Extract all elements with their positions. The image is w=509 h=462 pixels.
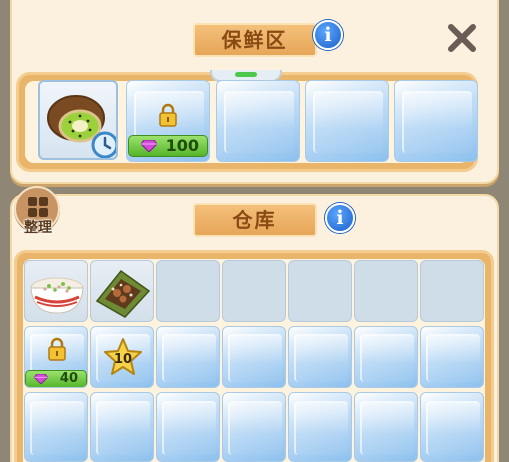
clock-icon xyxy=(91,131,116,158)
close-icon[interactable] xyxy=(446,22,478,54)
warehouse-slot-empty[interactable] xyxy=(288,260,352,322)
unlock-price-badge: 100 xyxy=(128,135,208,157)
unlock-price-badge: 40 xyxy=(25,370,87,387)
warehouse-slot-empty[interactable] xyxy=(222,260,286,322)
star-level: 10 xyxy=(114,352,132,367)
warehouse-slot-empty[interactable] xyxy=(222,326,286,388)
warehouse-slot-empty[interactable] xyxy=(354,326,418,388)
warehouse-slot-empty[interactable] xyxy=(156,392,220,462)
warehouse-slot-empty[interactable] xyxy=(354,392,418,462)
warehouse-slot-empty[interactable] xyxy=(420,392,484,462)
warehouse-slot-empty[interactable] xyxy=(156,260,220,322)
fresh-slot-empty[interactable] xyxy=(394,80,478,162)
warehouse-slot-zongzi[interactable] xyxy=(90,260,154,322)
fresh-slot-locked[interactable]: 100 xyxy=(126,80,210,162)
star-icon: 10 xyxy=(104,338,142,375)
fresh-zone-title: 保鲜区 xyxy=(192,23,317,57)
info-icon[interactable]: i xyxy=(325,203,355,233)
warehouse-slot-empty[interactable] xyxy=(420,260,484,322)
gem-icon xyxy=(141,140,157,152)
warehouse-slot-empty[interactable] xyxy=(420,326,484,388)
congee-bowl-icon xyxy=(30,277,84,314)
unlock-price: 100 xyxy=(165,136,199,155)
warehouse-slot-empty[interactable] xyxy=(24,392,88,462)
warehouse-slot-empty[interactable] xyxy=(288,326,352,388)
grid-icon xyxy=(28,197,48,217)
unlock-price: 40 xyxy=(59,371,78,386)
lock-icon xyxy=(48,337,66,361)
warehouse-slot-empty[interactable] xyxy=(90,392,154,462)
warehouse-slot-locked[interactable]: 40 xyxy=(24,326,88,388)
warehouse-title: 仓库 xyxy=(192,203,317,237)
warehouse-slot-empty[interactable] xyxy=(156,326,220,388)
sort-button-label: 整理 xyxy=(24,220,52,236)
warehouse-slot-congee[interactable] xyxy=(24,260,88,322)
fresh-slot-empty[interactable] xyxy=(305,80,389,162)
fresh-slot-empty[interactable] xyxy=(216,80,300,162)
fresh-slot-kiwi[interactable] xyxy=(38,80,118,160)
warehouse-slot-locked[interactable]: 10 xyxy=(90,326,154,388)
lock-icon xyxy=(159,103,177,127)
warehouse-slot-empty[interactable] xyxy=(288,392,352,462)
warehouse-slot-empty[interactable] xyxy=(354,260,418,322)
info-icon[interactable]: i xyxy=(313,20,343,50)
warehouse-slot-empty[interactable] xyxy=(222,392,286,462)
zongzi-icon xyxy=(95,269,151,318)
gem-icon xyxy=(34,374,48,384)
